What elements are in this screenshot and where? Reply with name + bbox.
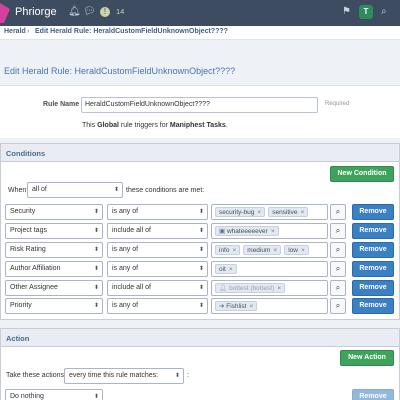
remove-token-icon[interactable]: ×: [250, 303, 254, 310]
condition-op-select[interactable]: is any of ⬍: [107, 204, 208, 220]
remove-token-icon[interactable]: ×: [271, 228, 275, 235]
condition-tokenizer[interactable]: info × medium × low ×: [211, 242, 328, 258]
search-icon[interactable]: ⌕: [330, 204, 346, 220]
search-icon[interactable]: ⌕: [330, 280, 346, 296]
remove-condition-button[interactable]: Remove: [352, 204, 394, 220]
breadcrumb: Herald › Edit Herald Rule: HeraldCustomF…: [0, 26, 400, 40]
condition-field-select[interactable]: Priority ⬍: [5, 298, 103, 314]
condition-tokenizer[interactable]: security-bug × sensitive ×: [211, 204, 328, 220]
condition-op-select[interactable]: is any of ⬍: [107, 298, 208, 314]
select-arrow-icon: ⬍: [113, 187, 119, 193]
conditions-header: Conditions: [1, 144, 399, 162]
action-header: Action: [1, 329, 399, 347]
bell-icon[interactable]: 🔔︎: [68, 7, 81, 17]
remove-token-icon[interactable]: ×: [277, 285, 281, 292]
rule-name-label: Rule Name: [43, 101, 80, 108]
remove-condition-button[interactable]: Remove: [352, 223, 394, 239]
condition-tokenizer[interactable]: 👤︎ bottest (bottest) ×: [211, 280, 328, 296]
condition-op-select[interactable]: is any of ⬍: [107, 261, 208, 277]
alert-count: 14: [116, 7, 125, 16]
condition-field-select[interactable]: Project tags ⬍: [5, 223, 103, 239]
remove-token-icon[interactable]: ×: [229, 266, 233, 273]
alert-icon[interactable]: !: [100, 7, 110, 17]
briefcase-icon: ▣: [219, 228, 226, 235]
remove-token-icon[interactable]: ×: [232, 247, 236, 254]
condition-op-select[interactable]: include all of ⬍: [107, 280, 208, 296]
remove-condition-button[interactable]: Remove: [352, 298, 394, 314]
condition-op-select[interactable]: is any of ⬍: [107, 242, 208, 258]
condition-field-select[interactable]: Security ⬍: [5, 204, 103, 220]
condition-field-select[interactable]: Other Assignee ⬍: [5, 280, 103, 296]
search-icon[interactable]: ⌕: [330, 242, 346, 258]
required-label: Required: [325, 101, 350, 107]
remove-condition-button[interactable]: Remove: [352, 280, 394, 296]
take-actions-label: Take these actions: [6, 372, 64, 379]
take-actions-select[interactable]: every time this rule matches: ⬍: [64, 368, 184, 384]
remove-token-icon[interactable]: ×: [257, 209, 261, 216]
breadcrumb-current[interactable]: Edit Herald Rule: HeraldCustomFieldUnkno…: [35, 28, 228, 35]
condition-tokenizer[interactable]: ▣ whateeeeever ×: [211, 223, 328, 239]
remove-token-icon[interactable]: ×: [301, 209, 305, 216]
breadcrumb-herald[interactable]: Herald: [4, 28, 26, 35]
when-select[interactable]: all of ⬍: [27, 182, 123, 198]
colon: :: [187, 372, 189, 379]
token: ▣ whateeeeever ×: [215, 226, 279, 236]
search-icon[interactable]: ⌕: [330, 223, 346, 239]
token: medium ×: [243, 245, 282, 255]
page-title: Edit Herald Rule: HeraldCustomFieldUnkno…: [4, 66, 236, 76]
logo[interactable]: [0, 3, 10, 23]
remove-token-icon[interactable]: ×: [301, 247, 305, 254]
token: low ×: [284, 245, 309, 255]
token: oit ×: [215, 264, 237, 274]
token: sensitive ×: [268, 207, 309, 217]
condition-field-select[interactable]: Risk Rating ⬍: [5, 242, 103, 258]
remove-token-icon[interactable]: ×: [273, 247, 277, 254]
arrow-right-icon: ➔: [219, 303, 225, 310]
remove-action-button[interactable]: Remove: [352, 389, 394, 400]
user-icon: 👤︎: [219, 285, 228, 292]
condition-tokenizer[interactable]: ➔ Fishlist ×: [211, 298, 328, 314]
token: 👤︎ bottest (bottest) ×: [215, 283, 286, 293]
app-name[interactable]: Phriorge: [15, 6, 57, 18]
top-bar: Phriorge 🔔︎ 💬︎ ! 14 ⚑ T ⌕: [0, 0, 400, 26]
condition-op-select[interactable]: include all of ⬍: [107, 223, 208, 239]
remove-condition-button[interactable]: Remove: [352, 242, 394, 258]
rule-name-input[interactable]: HeraldCustomFieldUnknownObject????: [81, 97, 318, 113]
breadcrumb-separator: ›: [27, 28, 30, 35]
token: security-bug ×: [215, 207, 266, 217]
remove-condition-button[interactable]: Remove: [352, 261, 394, 277]
new-action-button[interactable]: New Action: [340, 350, 394, 366]
flag-icon[interactable]: ⚑: [342, 7, 351, 17]
search-icon[interactable]: ⌕: [330, 261, 346, 277]
chat-icon[interactable]: 💬︎: [83, 7, 96, 17]
token: info ×: [215, 245, 241, 255]
conditions-met-text: these conditions are met:: [126, 187, 205, 194]
condition-field-select[interactable]: Author Affiliation ⬍: [5, 261, 103, 277]
avatar[interactable]: T: [359, 5, 373, 19]
search-icon[interactable]: ⌕: [330, 298, 346, 314]
new-condition-button[interactable]: New Condition: [330, 166, 394, 182]
search-icon[interactable]: ⌕: [381, 7, 387, 17]
action-select[interactable]: Do nothing ⬍: [5, 389, 103, 400]
condition-tokenizer[interactable]: oit ×: [211, 261, 328, 277]
token: ➔ Fishlist ×: [215, 301, 258, 311]
when-label: When: [8, 187, 27, 194]
rule-description: This Global rule triggers for Maniphest …: [82, 122, 228, 129]
